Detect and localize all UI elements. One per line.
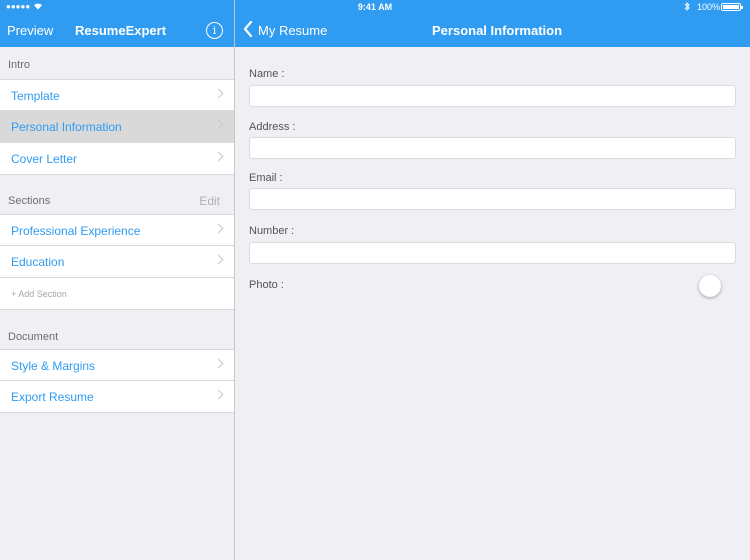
add-section-button[interactable]: + Add Section (0, 278, 234, 310)
back-button-label: My Resume (258, 23, 328, 38)
add-section-label: + Add Section (11, 289, 67, 299)
email-field[interactable] (249, 188, 736, 210)
section-header-intro: Intro (8, 59, 31, 71)
sidebar-item-label: Cover Letter (11, 152, 78, 166)
info-icon[interactable]: i (206, 22, 223, 39)
number-field[interactable] (249, 242, 736, 264)
chevron-right-icon (213, 254, 224, 265)
chevron-right-icon (213, 223, 224, 234)
chevron-right-icon (213, 88, 224, 99)
photo-toggle[interactable] (699, 275, 721, 297)
sidebar-item-template[interactable]: Template (0, 79, 234, 111)
sidebar-item-export-resume[interactable]: Export Resume (0, 381, 234, 413)
sidebar-item-label: Professional Experience (11, 224, 141, 238)
preview-button[interactable]: Preview (7, 23, 53, 38)
status-time: 9:41 AM (357, 2, 393, 12)
sidebar-item-style-margins[interactable]: Style & Margins (0, 349, 234, 381)
email-label: Email : (249, 172, 283, 184)
sidebar: Intro Template Personal Information Cove… (0, 47, 234, 560)
sidebar-item-personal-information[interactable]: Personal Information (0, 111, 234, 143)
sidebar-nav-bar: Preview ResumeExpert i (0, 14, 234, 47)
section-header-sections: Sections (8, 195, 51, 207)
address-label: Address : (249, 121, 296, 133)
sidebar-item-label: Style & Margins (11, 359, 96, 373)
name-label: Name : (249, 68, 285, 80)
battery-icon (721, 3, 743, 11)
sidebar-item-label: Template (11, 89, 60, 103)
sidebar-item-professional-experience[interactable]: Professional Experience (0, 214, 234, 246)
detail-nav-bar: My Resume Personal Information (235, 14, 750, 47)
status-bar: ●●●●● 9:41 AM 100% (0, 0, 750, 14)
sidebar-item-cover-letter[interactable]: Cover Letter (0, 143, 234, 175)
chevron-right-icon (213, 389, 224, 400)
photo-label: Photo : (249, 279, 284, 291)
app-title: ResumeExpert (75, 23, 167, 38)
personal-information-form: Name : Address : Email : Number : Photo … (235, 47, 750, 560)
page-title: Personal Information (432, 23, 563, 38)
battery-percent: 100% (697, 2, 721, 12)
chevron-right-icon (213, 119, 224, 130)
edit-sections-button[interactable]: Edit (199, 194, 220, 208)
bluetooth-icon (684, 1, 690, 13)
sidebar-item-label: Personal Information (11, 120, 122, 134)
address-field[interactable] (249, 137, 736, 159)
sidebar-item-education[interactable]: Education (0, 246, 234, 278)
chevron-right-icon (213, 358, 224, 369)
name-field[interactable] (249, 85, 736, 107)
section-header-document: Document (8, 331, 59, 343)
chevron-left-icon (243, 20, 253, 40)
sidebar-item-label: Export Resume (11, 390, 94, 404)
number-label: Number : (249, 225, 295, 237)
sidebar-item-label: Education (11, 255, 65, 269)
chevron-right-icon (213, 151, 224, 162)
